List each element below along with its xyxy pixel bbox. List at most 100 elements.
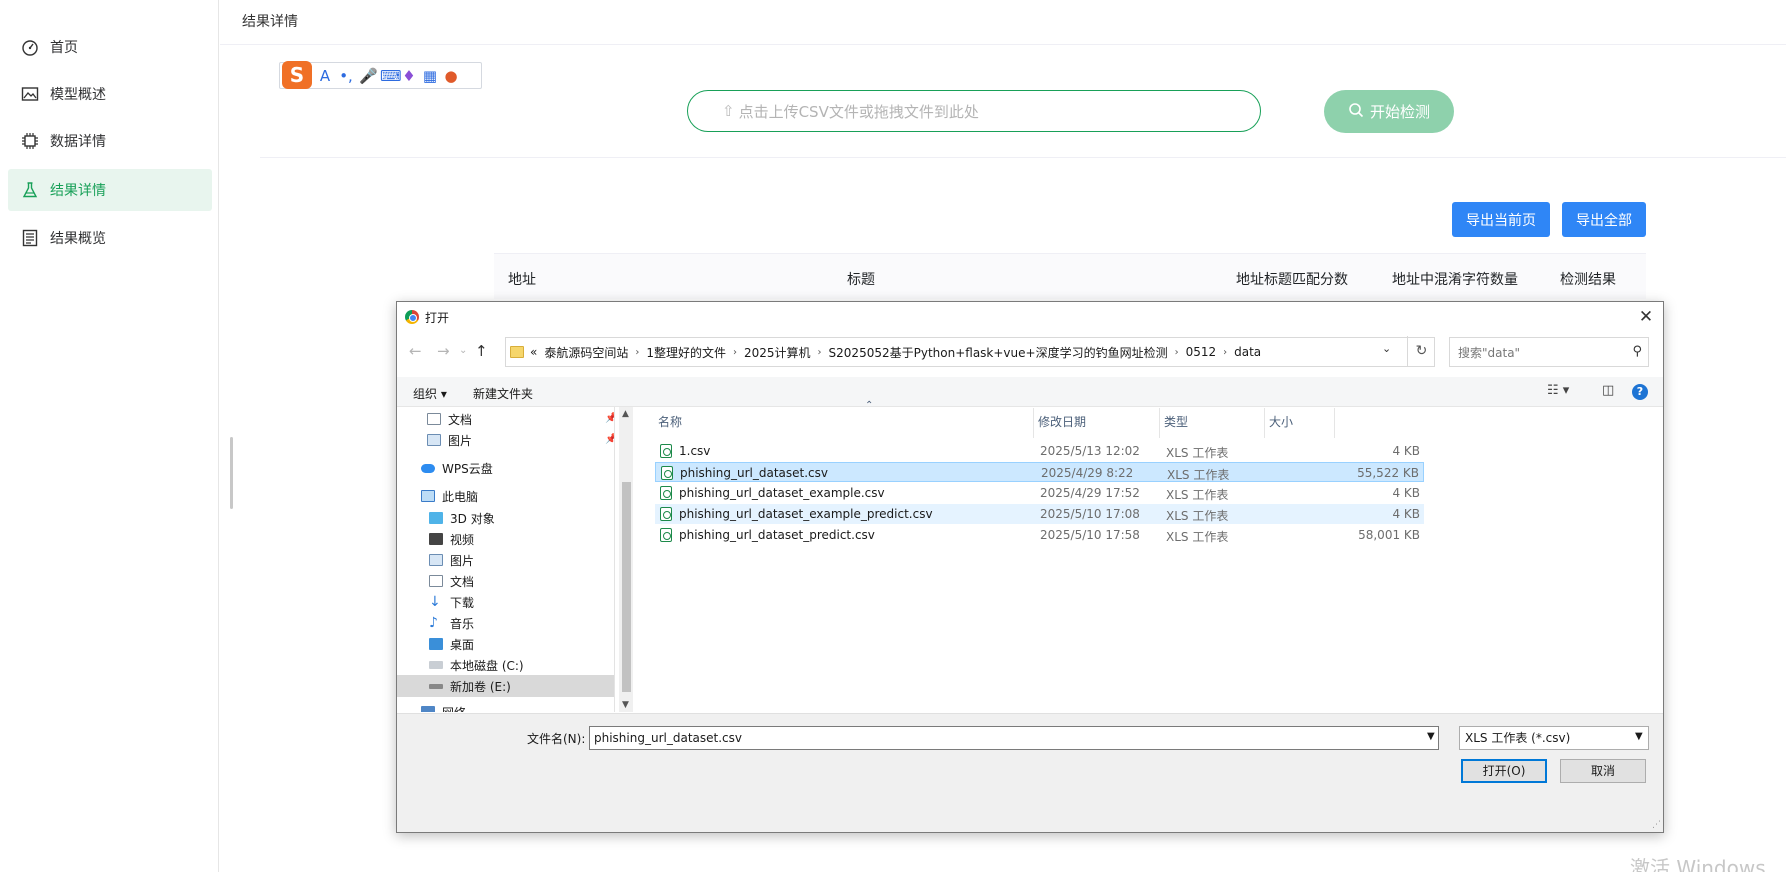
tree-item-downloads[interactable]: ↓ 下载 bbox=[429, 591, 474, 613]
breadcrumb-item[interactable]: 2025计算机 bbox=[744, 344, 811, 361]
file-name: phishing_url_dataset_predict.csv bbox=[679, 528, 875, 542]
up-icon[interactable]: ↑ bbox=[475, 342, 488, 360]
tree-item-wps-cloud[interactable]: WPS云盘 bbox=[421, 457, 493, 479]
search-placeholder: 搜索"data" bbox=[1458, 345, 1521, 360]
keyboard-icon[interactable]: ⌨ bbox=[380, 67, 402, 85]
file-row[interactable]: phishing_url_dataset_predict.csv 2025/5/… bbox=[655, 525, 1424, 545]
new-folder-button[interactable]: 新建文件夹 bbox=[473, 385, 533, 402]
resize-grip-icon[interactable]: ⋰ bbox=[1652, 820, 1661, 830]
tree-item-label: 新加卷 (E:) bbox=[450, 679, 511, 694]
column-separator[interactable] bbox=[1334, 408, 1335, 438]
video-icon bbox=[429, 533, 443, 545]
tree-item-volume-e[interactable]: 新加卷 (E:) bbox=[397, 675, 614, 697]
breadcrumb-item[interactable]: 泰航源码空间站 bbox=[544, 344, 628, 361]
file-size: 55,522 KB bbox=[1357, 466, 1419, 480]
computer-icon bbox=[421, 490, 435, 502]
file-size: 4 KB bbox=[1392, 507, 1420, 521]
tree-item-music[interactable]: ♪ 音乐 bbox=[429, 612, 474, 634]
tree-item-desktop[interactable]: 桌面 bbox=[429, 633, 474, 655]
scroll-up-icon[interactable]: ▲ bbox=[622, 409, 629, 419]
tree-item-documents-pinned[interactable]: 文档 bbox=[427, 408, 472, 430]
column-header-date[interactable]: 修改日期 bbox=[1038, 413, 1086, 439]
tree-item-label: 图片 bbox=[448, 433, 473, 448]
sidebar-item-home[interactable]: 首页 bbox=[8, 26, 212, 68]
column-separator[interactable] bbox=[1264, 408, 1265, 438]
file-size: 58,001 KB bbox=[1358, 528, 1420, 542]
column-header-name[interactable]: 名称 bbox=[658, 413, 682, 439]
breadcrumb-item[interactable]: data bbox=[1234, 345, 1261, 359]
sidebar-item-result-details[interactable]: 结果详情 bbox=[8, 169, 212, 211]
file-date: 2025/5/10 17:08 bbox=[1040, 507, 1140, 521]
skin-icon[interactable]: ♦ bbox=[401, 67, 417, 85]
microphone-icon[interactable]: 🎤 bbox=[359, 67, 378, 85]
sidebar-item-result-overview[interactable]: 结果概览 bbox=[8, 217, 212, 259]
search-input[interactable]: 搜索"data" ⚲ bbox=[1449, 337, 1649, 367]
pin-icon[interactable]: 📌 bbox=[605, 413, 614, 424]
help-icon[interactable]: ? bbox=[1632, 384, 1648, 400]
punctuation-icon[interactable]: •, bbox=[338, 67, 354, 85]
column-separator[interactable] bbox=[1033, 408, 1034, 438]
file-row-hovered[interactable]: phishing_url_dataset_example_predict.csv… bbox=[655, 504, 1424, 524]
page-title: 结果详情 bbox=[242, 14, 298, 30]
back-icon[interactable]: ← bbox=[409, 342, 422, 360]
filename-input[interactable]: phishing_url_dataset.csv bbox=[589, 726, 1439, 750]
chevron-down-icon[interactable]: ▼ bbox=[1635, 731, 1643, 742]
preview-pane-icon[interactable]: ◫ bbox=[1602, 383, 1614, 398]
organize-button[interactable]: 组织 ▾ bbox=[413, 385, 447, 402]
export-all-button[interactable]: 导出全部 bbox=[1562, 202, 1646, 237]
refresh-icon[interactable]: ↻ bbox=[1407, 336, 1435, 366]
font-icon[interactable]: A bbox=[317, 67, 333, 85]
sogou-logo-icon[interactable]: S bbox=[282, 60, 312, 89]
divider bbox=[260, 157, 1786, 158]
breadcrumb-prefix[interactable]: « bbox=[530, 345, 537, 359]
tree-item-network[interactable]: 网络 bbox=[421, 701, 466, 712]
column-header-size[interactable]: 大小 bbox=[1269, 413, 1293, 439]
filetype-select[interactable]: XLS 工作表 (*.csv) bbox=[1459, 726, 1649, 750]
file-name: phishing_url_dataset.csv bbox=[680, 466, 828, 480]
export-current-page-button[interactable]: 导出当前页 bbox=[1452, 202, 1550, 237]
file-date: 2025/4/29 8:22 bbox=[1041, 466, 1134, 480]
tree-item-label: 图片 bbox=[450, 553, 475, 568]
tree-item-label: 文档 bbox=[448, 412, 473, 427]
open-button[interactable]: 打开(O) bbox=[1461, 759, 1547, 783]
cancel-button[interactable]: 取消 bbox=[1560, 759, 1646, 783]
file-row[interactable]: phishing_url_dataset_example.csv 2025/4/… bbox=[655, 483, 1424, 503]
scroll-down-icon[interactable]: ▼ bbox=[622, 700, 629, 710]
address-bar[interactable]: « 泰航源码空间站 › 1整理好的文件 › 2025计算机 › S2025052… bbox=[505, 337, 1435, 367]
forward-icon[interactable]: → bbox=[437, 342, 450, 360]
start-detect-button[interactable]: 开始检测 bbox=[1324, 90, 1454, 133]
breadcrumb-item[interactable]: 0512 bbox=[1186, 345, 1217, 359]
sidebar-resize-handle[interactable] bbox=[230, 437, 233, 509]
chevron-down-icon[interactable]: ▼ bbox=[1427, 731, 1435, 742]
breadcrumb-item[interactable]: 1整理好的文件 bbox=[646, 344, 726, 361]
tree-item-documents[interactable]: 文档 bbox=[429, 570, 474, 592]
close-icon[interactable]: ✕ bbox=[1635, 306, 1657, 328]
address-dropdown-icon[interactable]: ⌄ bbox=[1382, 342, 1391, 355]
breadcrumb-item[interactable]: S2025052基于Python+flask+vue+深度学习的钓鱼网址检测 bbox=[829, 344, 1168, 361]
apps-icon[interactable]: ▦ bbox=[422, 67, 438, 85]
toolbox-icon[interactable]: ● bbox=[443, 67, 459, 85]
file-name: phishing_url_dataset_example.csv bbox=[679, 486, 885, 500]
tree-item-3d-objects[interactable]: 3D 对象 bbox=[429, 507, 495, 529]
tree-scrollbar-thumb[interactable] bbox=[622, 482, 631, 692]
column-header-type[interactable]: 类型 bbox=[1164, 413, 1188, 439]
recent-locations-icon[interactable]: ⌄ bbox=[459, 345, 467, 356]
tree-item-pictures-pinned[interactable]: 图片 bbox=[427, 429, 472, 451]
upload-dropzone[interactable]: ⇧ 点击上传CSV文件或拖拽文件到此处 bbox=[687, 90, 1261, 132]
sidebar-item-model-overview[interactable]: 模型概述 bbox=[8, 73, 212, 115]
view-options-icon[interactable]: ☷ ▾ bbox=[1547, 383, 1569, 398]
tree-item-pictures[interactable]: 图片 bbox=[429, 549, 474, 571]
sidebar-item-data-details[interactable]: 数据详情 bbox=[8, 120, 212, 162]
tree-item-local-disk-c[interactable]: 本地磁盘 (C:) bbox=[429, 654, 524, 676]
sort-ascending-icon: ⌃ bbox=[865, 400, 874, 411]
tree-item-label: 3D 对象 bbox=[450, 511, 495, 526]
file-row-selected[interactable]: phishing_url_dataset.csv 2025/4/29 8:22 … bbox=[655, 462, 1424, 482]
tree-item-label: WPS云盘 bbox=[442, 461, 493, 476]
csv-file-icon bbox=[660, 486, 672, 500]
music-icon: ♪ bbox=[429, 615, 438, 631]
file-row[interactable]: 1.csv 2025/5/13 12:02 XLS 工作表 4 KB bbox=[655, 441, 1424, 461]
tree-item-this-pc[interactable]: 此电脑 bbox=[421, 485, 478, 507]
pin-icon[interactable]: 📌 bbox=[605, 434, 614, 445]
tree-item-videos[interactable]: 视频 bbox=[429, 528, 474, 550]
column-separator[interactable] bbox=[1159, 408, 1160, 438]
